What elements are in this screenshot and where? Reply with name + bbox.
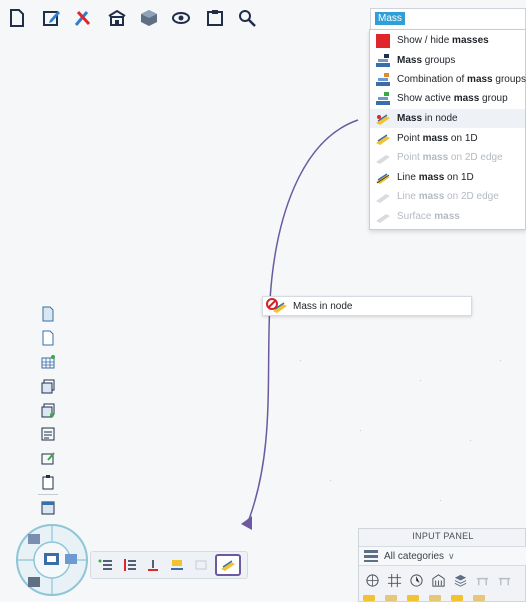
grid-dot [330,480,331,481]
new-document-icon[interactable] [6,7,28,29]
tools-icon[interactable] [72,7,94,29]
result-label: Show / hide masses [397,35,489,46]
result-label: Point mass on 1D [397,133,478,144]
mass-groups-icon [375,53,391,68]
document-edit-icon[interactable] [38,448,58,468]
result-label: Line mass on 1D [397,172,474,183]
result-combination-mass-groups[interactable]: Combination of mass groups [370,70,526,89]
grid-icon[interactable] [385,571,403,589]
mass-in-node-icon[interactable] [215,554,241,576]
result-label: Combination of mass groups [397,74,526,85]
category-selector[interactable]: All categories ∨ [359,546,526,566]
split-list-icon[interactable] [119,556,139,574]
result-label: Point mass on 2D edge [397,152,503,163]
sidebar-divider [38,494,58,495]
line-mass-2d-edge-icon [375,190,391,204]
category-label: All categories [384,550,445,562]
input-panel-icons-row2 [363,595,523,602]
result-line-mass-1d[interactable]: Line mass on 1D [370,168,525,187]
mass-in-node-icon [265,297,291,315]
table-icon[interactable] [38,352,58,372]
panel-icon[interactable] [407,595,419,601]
result-point-mass-1d[interactable]: Point mass on 1D [370,129,525,148]
surface-mass-icon [375,210,391,224]
cube-view-icon[interactable] [138,7,160,29]
blank-icon[interactable] [191,556,211,574]
rotate-icon[interactable] [363,571,381,589]
panel-icon[interactable] [429,595,441,601]
result-mass-groups[interactable]: Mass groups [370,51,525,70]
copy-layers-icon[interactable] [38,400,58,420]
grid-dot [360,430,361,431]
drag-tooltip: Mass in node [262,296,472,316]
command-search-input[interactable]: Mass [370,8,526,30]
structure-icon[interactable] [106,7,128,29]
result-show-hide-masses[interactable]: Show / hide masses [370,31,525,50]
clipboard-page-icon[interactable] [38,472,58,492]
input-panel-icons [359,569,526,591]
grid-dot [470,440,471,441]
search-value: Mass [375,12,405,25]
search-zoom-icon[interactable] [236,7,258,29]
panel-icon[interactable] [363,595,375,601]
input-panel: INPUT PANEL All categories ∨ [358,528,526,602]
point-mass-1d-icon [375,132,391,146]
result-label: Show active mass group [397,93,508,104]
page-icon[interactable] [38,304,58,324]
beam-icon[interactable] [473,571,491,589]
result-line-mass-2d-edge: Line mass on 2D edge [370,187,525,206]
left-vertical-toolbar [35,300,61,515]
grid-dot [300,360,301,361]
panel-icon[interactable] [385,595,397,601]
load-icon[interactable] [167,556,187,574]
eye-icon[interactable] [170,7,192,29]
window-icon[interactable] [38,498,58,518]
page-blank-icon[interactable] [38,328,58,348]
clock-icon[interactable] [407,571,425,589]
line-mass-1d-icon [375,171,391,185]
edit-document-icon[interactable] [40,7,62,29]
grid-dot [440,500,441,501]
result-label: Mass in node [397,113,458,124]
category-icon [364,550,378,562]
list-icon[interactable] [95,556,115,574]
result-label: Mass groups [397,55,456,66]
chevron-down-icon: ∨ [448,550,455,561]
result-label: Surface mass [397,211,460,222]
layers-icon[interactable] [451,571,469,589]
layers-icon[interactable] [38,376,58,396]
navigation-hub[interactable] [14,522,90,598]
support-icon[interactable] [143,556,163,574]
active-tool-bar [90,551,248,579]
input-panel-title: INPUT PANEL [412,531,474,541]
beam-icon[interactable] [495,571,513,589]
building-icon[interactable] [429,571,447,589]
mass-in-node-icon [375,112,391,126]
result-mass-in-node[interactable]: Mass in node [370,109,525,128]
tooltip-label: Mass in node [293,300,353,312]
result-surface-mass: Surface mass [370,207,525,226]
grid-dot [500,360,501,361]
search-results-list: Show / hide masses Mass groups Combinati… [369,29,526,230]
grid-dot [420,380,421,381]
report-icon[interactable] [38,424,58,444]
result-point-mass-2d-edge: Point mass on 2D edge [370,148,525,167]
red-square-icon [375,33,391,48]
mass-combination-icon [375,72,391,87]
clipboard-icon[interactable] [204,7,226,29]
panel-icon[interactable] [451,595,463,601]
panel-icon[interactable] [473,595,485,601]
point-mass-2d-edge-icon [375,151,391,165]
result-show-active-mass-group[interactable]: Show active mass group [370,89,525,108]
result-label: Line mass on 2D edge [397,191,499,202]
active-mass-group-icon [375,91,391,106]
